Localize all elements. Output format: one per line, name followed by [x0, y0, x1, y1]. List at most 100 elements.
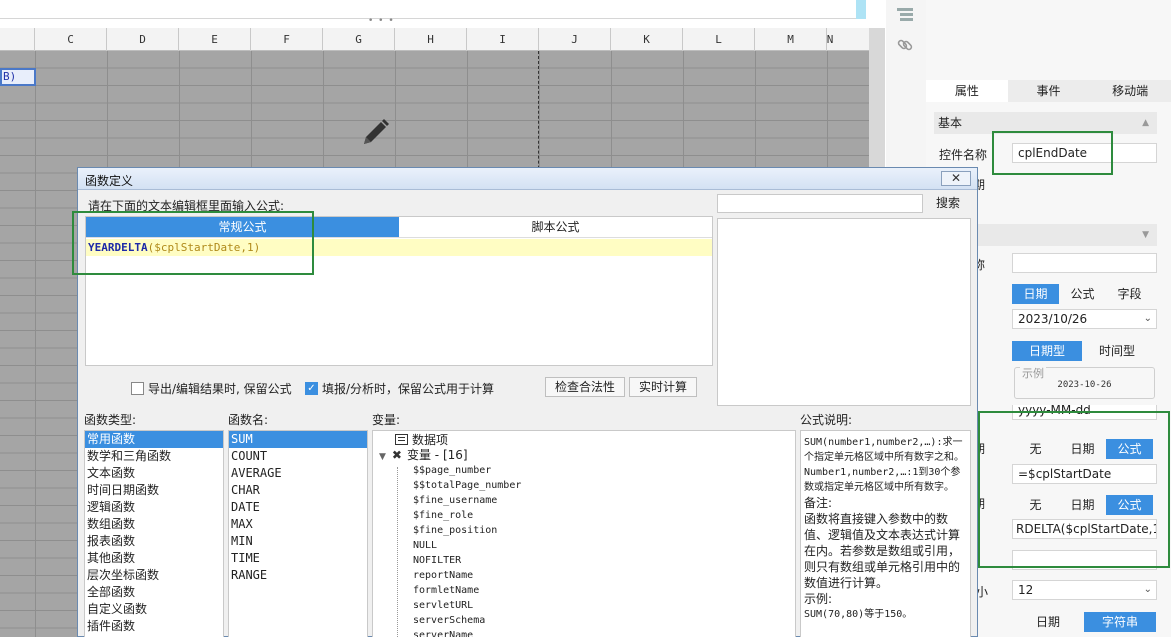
tree-node-data-item[interactable]: 数据项	[373, 433, 795, 448]
tree-leaf[interactable]: serverSchema	[373, 613, 795, 628]
section-basic-label: 基本	[938, 116, 963, 130]
tree-leaf[interactable]: $fine_role	[373, 508, 795, 523]
tab-events[interactable]: 事件	[1007, 80, 1090, 102]
widget-name-label: 控件名称	[939, 148, 988, 162]
list-item[interactable]: DATE	[229, 499, 367, 516]
list-item[interactable]: 常用函数	[85, 431, 223, 448]
pencil-icon	[358, 116, 392, 153]
layer-icon[interactable]	[894, 4, 916, 26]
tree-leaf[interactable]: NOFILTER	[373, 553, 795, 568]
return-date[interactable]: 日期	[1012, 612, 1084, 632]
chevron-down-icon: ⌄	[1143, 313, 1152, 324]
format-segment: 日期型 时间型	[1012, 341, 1152, 361]
table-icon	[395, 434, 408, 445]
chevron-down-icon: ⌄	[1143, 584, 1152, 595]
list-item[interactable]: RANGE	[229, 567, 367, 584]
desc-text: SUM(70,80)等于150。	[804, 609, 913, 620]
column-header[interactable]: C	[35, 28, 107, 51]
column-header[interactable]: F	[251, 28, 323, 51]
tree-node-variables[interactable]: ▼ ✖ 变量 - [16]	[373, 448, 795, 463]
list-item[interactable]: TIME	[229, 550, 367, 567]
tree-leaf[interactable]: $fine_username	[373, 493, 795, 508]
list-item[interactable]: 数组函数	[85, 516, 223, 533]
close-button[interactable]: ✕	[941, 171, 971, 186]
font-size-value: 12	[1018, 583, 1034, 597]
tree-leaf[interactable]: $fine_position	[373, 523, 795, 538]
column-header[interactable]: G	[323, 28, 395, 51]
value-type-segment: 日期 公式 字段	[1012, 284, 1153, 304]
list-item[interactable]: 文本函数	[85, 465, 223, 482]
value-type-field[interactable]: 字段	[1106, 284, 1153, 304]
column-header[interactable]: E	[179, 28, 251, 51]
tree-leaf[interactable]: NULL	[373, 538, 795, 553]
property-tabs: 属性 事件 移动端	[926, 80, 1171, 102]
tree-leaf[interactable]: $$totalPage_number	[373, 478, 795, 493]
value-type-formula[interactable]: 公式	[1059, 284, 1106, 304]
column-header[interactable]: M	[755, 28, 827, 51]
desc-label: 公式说明:	[800, 413, 853, 427]
list-item[interactable]: 数学和三角函数	[85, 448, 223, 465]
tab-mobile[interactable]: 移动端	[1089, 80, 1171, 102]
list-item[interactable]: MIN	[229, 533, 367, 550]
date-value: 2023/10/26	[1018, 312, 1088, 326]
tree-node-label: 数据项	[412, 433, 449, 447]
list-item[interactable]: 层次坐标函数	[85, 567, 223, 584]
link-icon[interactable]	[894, 34, 916, 56]
list-item[interactable]: 自定义函数	[85, 601, 223, 618]
formula-description: SUM(number1,number2,…):求一个指定单元格区域中所有数字之和…	[800, 430, 971, 637]
column-header[interactable]: J	[539, 28, 611, 51]
tree-leaf[interactable]: $$page_number	[373, 463, 795, 478]
label-input[interactable]	[1012, 253, 1157, 273]
column-header[interactable]: N	[827, 28, 834, 51]
dialog-titlebar[interactable]: 函数定义 ✕	[78, 168, 977, 190]
sheet-toolbar-area	[0, 0, 865, 19]
return-type-segment: 日期 字符串	[1012, 612, 1156, 632]
list-item[interactable]: COUNT	[229, 448, 367, 465]
column-header[interactable]: L	[683, 28, 755, 51]
format-time[interactable]: 时间型	[1082, 341, 1152, 361]
fill-keep-formula-checkbox[interactable]: ✓ 填报/分析时，保留公式用于计算	[305, 380, 494, 397]
font-size-select[interactable]: 12 ⌄	[1012, 580, 1157, 600]
list-item[interactable]: 逻辑函数	[85, 499, 223, 516]
realtime-calc-button[interactable]: 实时计算	[629, 377, 697, 397]
column-header[interactable]: I	[467, 28, 539, 51]
format-date[interactable]: 日期型	[1012, 341, 1082, 361]
export-keep-formula-checkbox[interactable]: 导出/编辑结果时, 保留公式	[131, 380, 292, 397]
drag-handle-icon[interactable]: • • •	[368, 17, 395, 26]
value-type-date[interactable]: 日期	[1012, 284, 1059, 304]
example-label: 示例	[1020, 365, 1046, 381]
list-item[interactable]: 时间日期函数	[85, 482, 223, 499]
list-item[interactable]: SUM	[229, 431, 367, 448]
list-item[interactable]: 插件函数	[85, 618, 223, 635]
column-header[interactable]	[0, 28, 35, 51]
column-header[interactable]: K	[611, 28, 683, 51]
tree-leaf[interactable]: serverName	[373, 628, 795, 637]
highlight-box	[72, 211, 314, 275]
tree-leaf[interactable]: reportName	[373, 568, 795, 583]
list-item[interactable]: 报表函数	[85, 533, 223, 550]
func-type-list: 常用函数 数学和三角函数 文本函数 时间日期函数 逻辑函数 数组函数 报表函数 …	[84, 430, 224, 637]
list-item[interactable]: 其他函数	[85, 550, 223, 567]
list-item[interactable]: MAX	[229, 516, 367, 533]
date-select[interactable]: 2023/10/26 ⌄	[1012, 309, 1157, 329]
validate-button[interactable]: 检查合法性	[545, 377, 625, 397]
example-box: 示例 2023-10-26	[1014, 365, 1155, 399]
search-button[interactable]: 搜索	[929, 194, 967, 213]
tab-script-formula[interactable]: 脚本公式	[399, 217, 712, 238]
chevron-up-icon: ▲	[1142, 118, 1149, 128]
search-input[interactable]	[717, 194, 923, 213]
tree-leaf[interactable]: servletURL	[373, 598, 795, 613]
variable-tree: 数据项 ▼ ✖ 变量 - [16] $$page_number $$totalPag…	[372, 430, 796, 637]
list-item[interactable]: AVERAGE	[229, 465, 367, 482]
return-string[interactable]: 字符串	[1084, 612, 1156, 632]
column-header[interactable]: H	[395, 28, 467, 51]
column-header[interactable]: D	[107, 28, 179, 51]
tab-properties[interactable]: 属性	[926, 80, 1008, 102]
selected-cell[interactable]: B)	[0, 68, 36, 86]
func-name-list: SUM COUNT AVERAGE CHAR DATE MAX MIN TIME…	[228, 430, 368, 637]
list-item[interactable]: 全部函数	[85, 584, 223, 601]
list-item[interactable]: CHAR	[229, 482, 367, 499]
function-definition-dialog: 函数定义 ✕ 请在下面的文本编辑框里面输入公式: 常规公式 脚本公式 YEARD…	[72, 167, 978, 637]
tree-leaf[interactable]: formletName	[373, 583, 795, 598]
desc-text: 备注:	[804, 496, 833, 510]
